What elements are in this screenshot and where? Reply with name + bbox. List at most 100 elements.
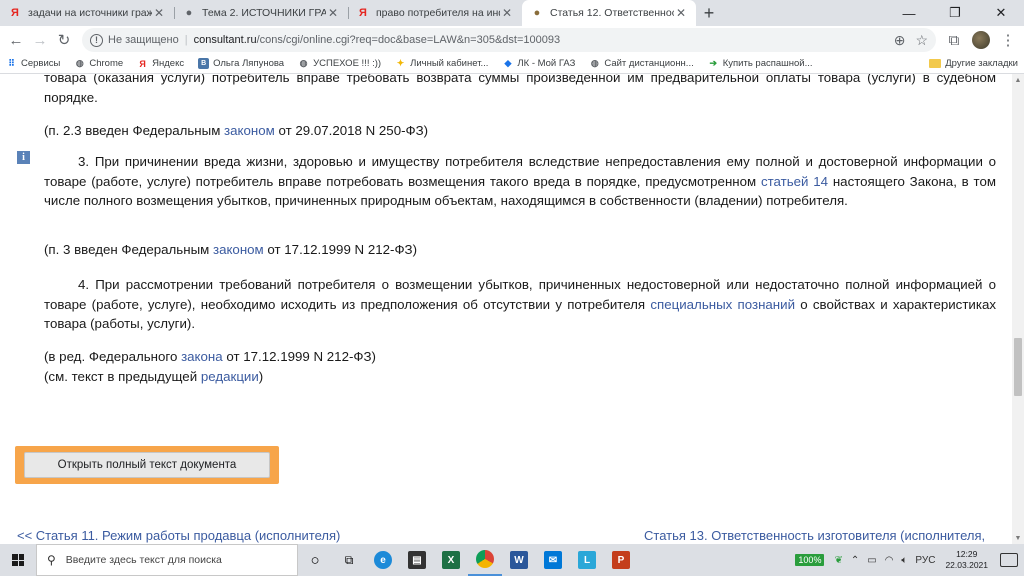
battery-indicator[interactable]: 100%	[795, 554, 825, 566]
security-status: Не защищено	[108, 34, 179, 46]
menu-kebab-icon[interactable]: ⋮	[996, 28, 1020, 52]
search-icon: ⚲	[47, 553, 56, 567]
close-window-icon[interactable]: ✕	[978, 0, 1024, 26]
law-link[interactable]: законом	[224, 123, 275, 138]
article-14-link[interactable]: статьей 14	[761, 174, 828, 189]
browser-toolbar: ← → ↻ ! Не защищено | consultant.ru/cons…	[0, 26, 1024, 54]
law-link[interactable]: законом	[213, 242, 264, 257]
cortana-icon[interactable]: ○	[298, 544, 332, 576]
search-placeholder: Введите здесь текст для поиска	[65, 554, 222, 566]
bookmark-chrome[interactable]: ◍ Chrome	[74, 58, 123, 69]
other-bookmarks[interactable]: Другие закладки	[929, 58, 1018, 69]
forward-arrow-icon[interactable]: →	[28, 28, 52, 52]
store-icon[interactable]: ▤	[400, 544, 434, 576]
bookmark-uspehoe[interactable]: ◍ УСПЕХОЕ !!! :))	[298, 58, 381, 69]
bookmark-distance[interactable]: ◍ Сайт дистанционн...	[589, 58, 694, 69]
new-tab-button[interactable]: +	[696, 0, 722, 26]
url-path: /cons/cgi/online.cgi?req=doc&base=LAW&n=…	[256, 34, 561, 46]
start-button[interactable]	[0, 544, 36, 576]
document-content: товара (оказания услуги) потребитель впр…	[0, 74, 1012, 544]
edge-icon[interactable]: e	[366, 544, 400, 576]
clock[interactable]: 12:29 22.03.2021	[945, 549, 988, 571]
address-bar[interactable]: ! Не защищено | consultant.ru/cons/cgi/o…	[82, 28, 936, 52]
mail-icon[interactable]: ✉	[536, 544, 570, 576]
app-l-icon[interactable]: L	[570, 544, 604, 576]
language-indicator[interactable]: РУС	[915, 555, 935, 566]
info-icon[interactable]: i	[17, 151, 30, 164]
tab-title: задачи на источники граждански	[28, 7, 152, 19]
bookmark-services[interactable]: ⠿ Сервисы	[6, 58, 60, 69]
zoom-icon[interactable]: ⊕	[894, 32, 906, 49]
arrow-icon: ➔	[709, 58, 717, 68]
chrome-icon[interactable]	[468, 544, 502, 576]
minimize-icon[interactable]: —	[886, 0, 932, 26]
windows-taskbar: ⚲ Введите здесь текст для поиска ○ ⧉ e ▤…	[0, 544, 1024, 576]
bookmark-buy[interactable]: ➔ Купить распашной...	[708, 58, 812, 69]
url-host: consultant.ru	[193, 34, 257, 46]
globe-icon: ◍	[590, 58, 599, 68]
close-tab-icon[interactable]: ✕	[152, 6, 166, 20]
restore-icon[interactable]: ❐	[932, 0, 978, 26]
windows-logo-icon	[12, 554, 24, 566]
network-icon[interactable]: ▭	[867, 555, 876, 566]
scroll-up-icon[interactable]: ▲	[1012, 74, 1024, 86]
close-tab-icon[interactable]: ✕	[674, 6, 688, 20]
reload-icon[interactable]: ↻	[52, 28, 76, 52]
prev-article-link[interactable]: << Статья 11. Режим работы продавца (исп…	[17, 526, 340, 544]
taskbar-search[interactable]: ⚲ Введите здесь текст для поиска	[36, 544, 298, 576]
special-knowledge-link[interactable]: специальных познаний	[650, 297, 795, 312]
extensions-icon[interactable]: ⧉	[942, 28, 966, 52]
consultant-icon: ●	[533, 7, 541, 19]
scrollbar-thumb[interactable]	[1014, 338, 1022, 396]
window-controls: — ❐ ✕	[886, 0, 1024, 26]
note-4-previous: (см. текст в предыдущей редакции)	[44, 369, 264, 384]
browser-tab-4-active[interactable]: ● Статья 12. Ответственность изго ✕	[522, 0, 696, 26]
note-3: (п. 3 введен Федеральным законом от 17.1…	[44, 242, 418, 257]
clock-time: 12:29	[956, 549, 978, 559]
profile-avatar[interactable]	[972, 31, 990, 49]
site-icon: ●	[185, 7, 193, 19]
vertical-scrollbar[interactable]: ▲ ▼	[1012, 74, 1024, 544]
law-link[interactable]: закона	[181, 349, 223, 364]
next-article-link[interactable]: Статья 13. Ответственность изготовителя …	[644, 526, 985, 544]
bookmark-gas[interactable]: ◆ ЛК - Мой ГАЗ	[502, 58, 575, 69]
tab-strip: Я задачи на источники граждански ✕ ● Тем…	[0, 0, 1024, 26]
close-tab-icon[interactable]: ✕	[500, 6, 514, 20]
gas-flame-icon: ◆	[504, 58, 512, 68]
chevron-up-icon[interactable]: ⌃	[851, 555, 859, 566]
bookmark-star-icon[interactable]: ☆	[915, 32, 928, 49]
bookmark-yandex[interactable]: Я Яндекс	[137, 58, 184, 69]
edition-link[interactable]: редакции	[201, 369, 259, 384]
bookmarks-bar: ⠿ Сервисы ◍ Chrome Я Яндекс B Ольга Ляпунова…	[0, 54, 1024, 74]
wifi-icon[interactable]: ◠	[885, 555, 894, 566]
powerpoint-icon[interactable]: P	[604, 544, 638, 576]
full-text-button-highlight: Открыть полный текст документа	[15, 446, 279, 484]
vk-icon: B	[198, 58, 210, 69]
back-arrow-icon[interactable]: ←	[4, 28, 28, 52]
scroll-down-icon[interactable]: ▼	[1012, 532, 1024, 544]
system-tray: 100% ❦ ⌃ ▭ ◠ 🔈︎ РУС 12:29 22.03.2021	[795, 544, 1024, 576]
browser-tab-3[interactable]: Я право потребителя на информа ✕	[348, 0, 522, 26]
browser-tab-1[interactable]: Я задачи на источники граждански ✕	[0, 0, 174, 26]
paragraph-3: 3. При причинении вреда жизни, здоровью …	[44, 154, 996, 208]
close-tab-icon[interactable]: ✕	[326, 6, 340, 20]
word-icon[interactable]: W	[502, 544, 536, 576]
yandex-icon: Я	[359, 7, 367, 19]
yandex-icon: Я	[11, 7, 19, 19]
info-warning-icon[interactable]: !	[90, 33, 103, 47]
paragraph-2-3-tail: товара (оказания услуги) потребитель впр…	[44, 74, 996, 105]
apps-grid-icon: ⠿	[8, 58, 15, 68]
folder-icon	[929, 59, 942, 68]
globe-icon: ◍	[75, 58, 84, 68]
bookmark-lk[interactable]: ✦ Личный кабинет...	[395, 58, 489, 69]
excel-icon[interactable]: X	[434, 544, 468, 576]
volume-icon[interactable]: 🔈︎	[901, 555, 907, 566]
paragraph-4: 4. При рассмотрении требований потребите…	[44, 277, 996, 331]
task-view-icon[interactable]: ⧉	[332, 544, 366, 576]
leaf-icon[interactable]: ❦	[834, 555, 842, 566]
notifications-icon[interactable]	[1000, 553, 1018, 567]
browser-tab-2[interactable]: ● Тема 2. ИСТОЧНИКИ ГРАЖДАНС ✕	[174, 0, 348, 26]
note-2-3: (п. 2.3 введен Федеральным законом от 29…	[44, 123, 429, 138]
open-full-text-button[interactable]: Открыть полный текст документа	[24, 452, 270, 478]
bookmark-olga[interactable]: B Ольга Ляпунова	[198, 58, 284, 69]
